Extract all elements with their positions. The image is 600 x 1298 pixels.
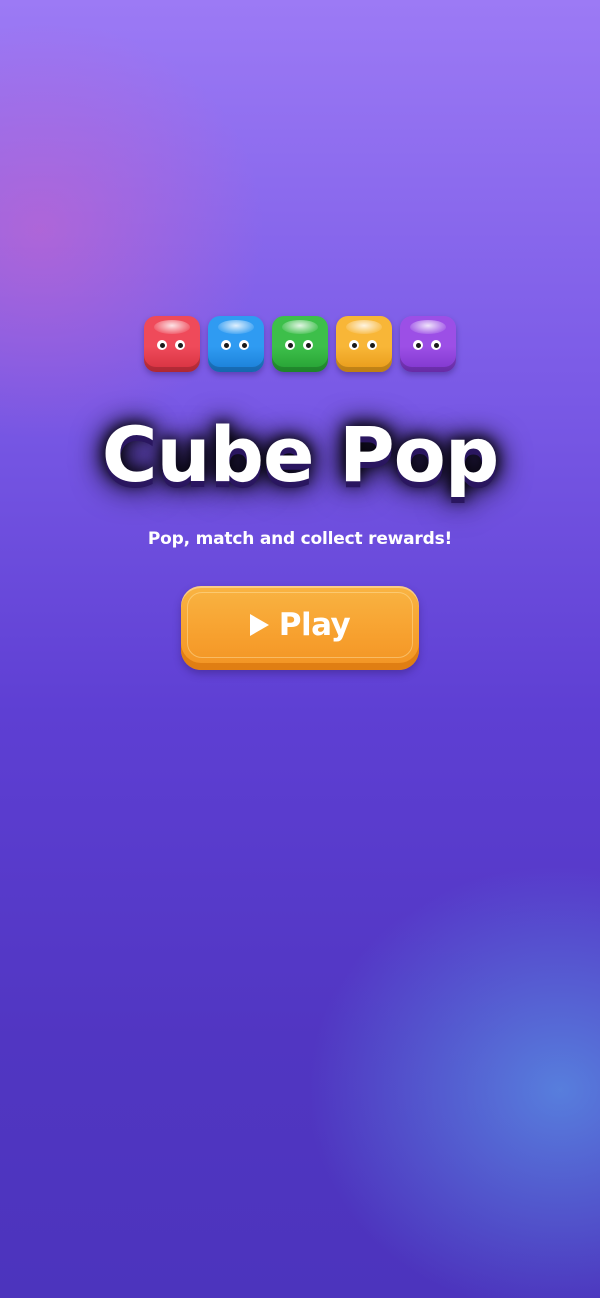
left-eye <box>157 340 167 350</box>
purple-cube-mascot <box>400 316 456 372</box>
cube-shine <box>154 320 190 334</box>
pupil <box>370 343 375 348</box>
game-title: Cube Pop <box>101 410 500 499</box>
pupil <box>178 343 183 348</box>
left-eye <box>221 340 231 350</box>
yellow-cube-mascot <box>336 316 392 372</box>
blue-cube-mascot <box>208 316 264 372</box>
cube-shine <box>410 320 446 334</box>
cube-mascot-row <box>0 316 600 372</box>
right-eye <box>175 340 185 350</box>
pupil <box>288 343 293 348</box>
pupil <box>224 343 229 348</box>
left-eye <box>413 340 423 350</box>
play-icon <box>249 614 269 636</box>
pupil <box>160 343 165 348</box>
game-tagline: Pop, match and collect rewards! <box>147 529 453 549</box>
green-cube-mascot <box>272 316 328 372</box>
pupil <box>306 343 311 348</box>
pupil <box>352 343 357 348</box>
right-eye <box>239 340 249 350</box>
left-eye <box>285 340 295 350</box>
cube-shine <box>218 320 254 334</box>
right-eye <box>367 340 377 350</box>
left-eye <box>349 340 359 350</box>
play-button-label: Play <box>278 607 351 643</box>
play-button[interactable]: Play <box>181 586 419 670</box>
cube-shine <box>346 320 382 334</box>
main-menu-screen: Cube Pop Pop, match and collect rewards!… <box>0 0 600 1298</box>
right-eye <box>303 340 313 350</box>
cube-shine <box>282 320 318 334</box>
right-eye <box>431 340 441 350</box>
pupil <box>434 343 439 348</box>
pupil <box>416 343 421 348</box>
red-cube-mascot <box>144 316 200 372</box>
pupil <box>242 343 247 348</box>
